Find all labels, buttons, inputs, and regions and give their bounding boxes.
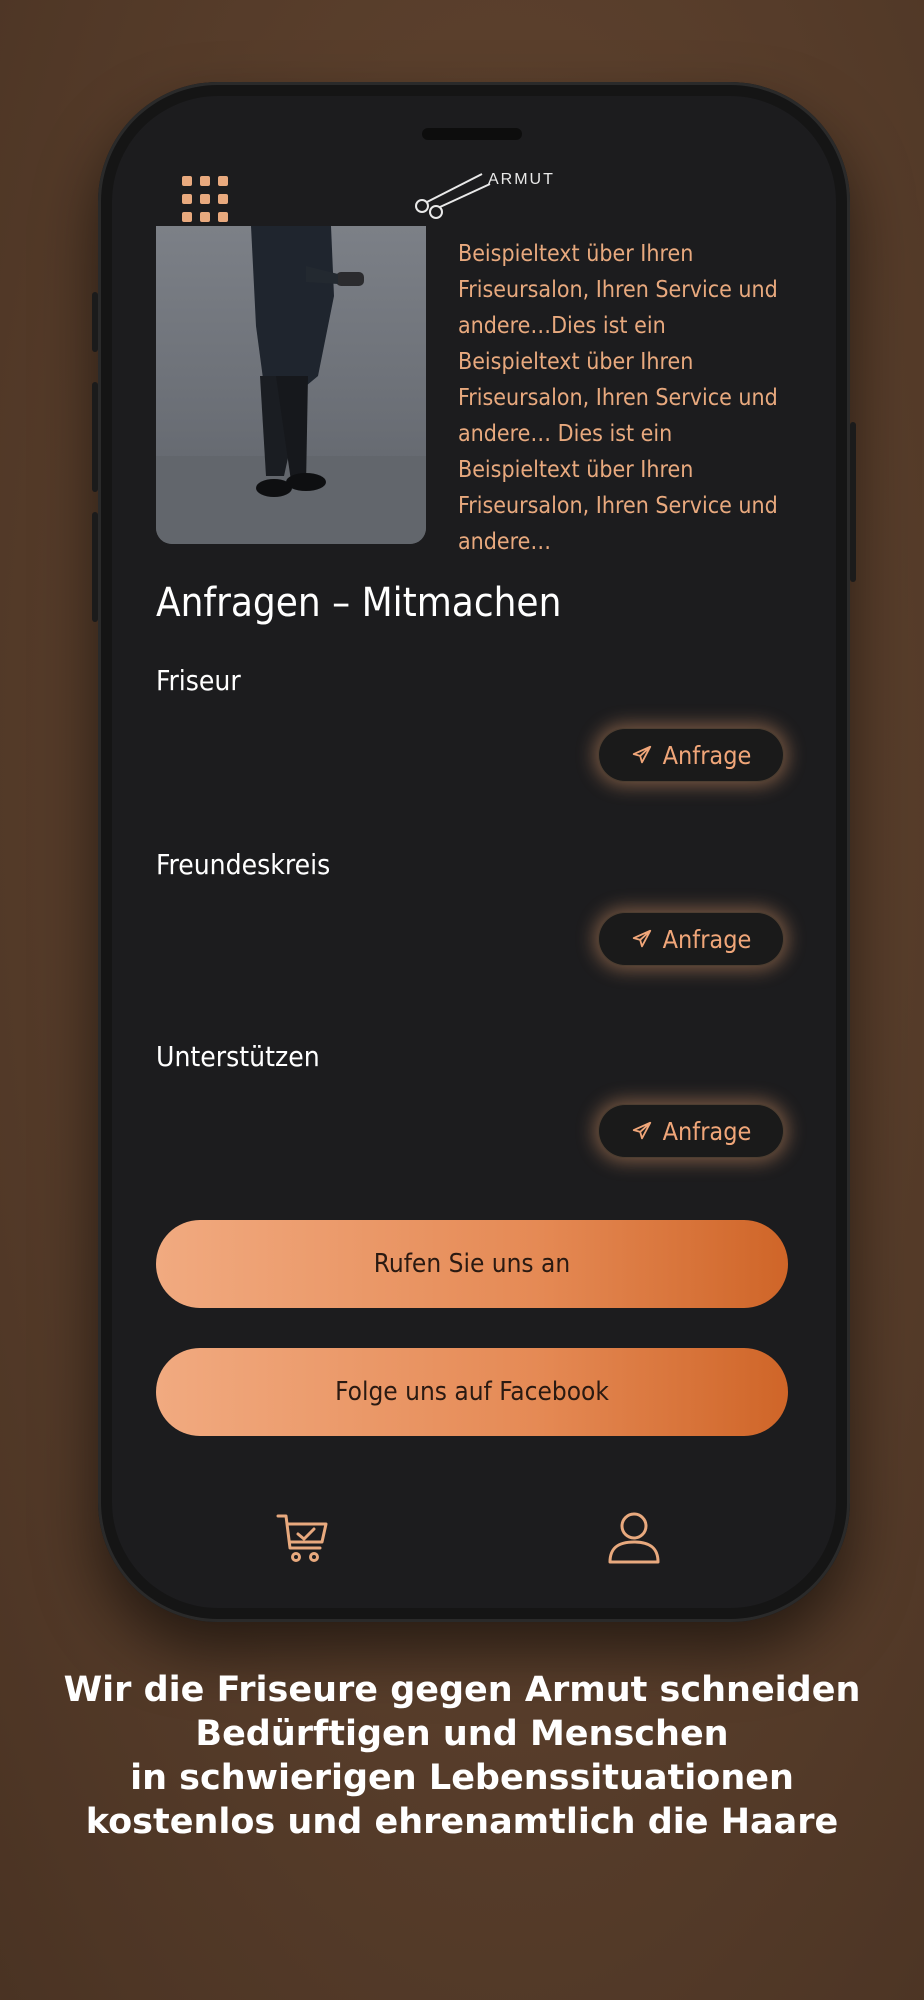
cart-icon[interactable] <box>274 1508 334 1568</box>
facebook-button[interactable]: Folge uns auf Facebook <box>156 1348 788 1436</box>
marketing-caption: Wir die Friseure gegen Armut schneiden B… <box>0 1668 924 1844</box>
app-screen: ARMUT Beispieltext über Ihren Friseursal… <box>112 96 836 1608</box>
caption-line: Bedürftigen und Menschen <box>195 1714 729 1754</box>
item-label-freundeskreis: Freundeskreis <box>156 848 331 881</box>
user-icon[interactable] <box>604 1508 664 1568</box>
logo-text: ARMUT <box>488 171 555 188</box>
caption-line: kostenlos und ehrenamtlich die Haare <box>85 1802 839 1842</box>
anfrage-label: Anfrage <box>662 740 752 770</box>
anfrage-button-freundeskreis[interactable]: Anfrage <box>598 912 784 966</box>
scissors-icon <box>415 173 491 219</box>
hero-photo <box>156 226 426 544</box>
caption-line: Wir die Friseure gegen Armut schneiden <box>63 1670 861 1710</box>
volume-up-button <box>92 382 98 492</box>
send-icon <box>632 745 651 764</box>
anfrage-label: Anfrage <box>662 1116 752 1146</box>
anfrage-button-friseur[interactable]: Anfrage <box>598 728 784 782</box>
item-label-friseur: Friseur <box>156 664 241 697</box>
grid-menu-icon[interactable] <box>180 174 230 224</box>
send-icon <box>632 929 651 948</box>
speaker-notch <box>422 128 522 140</box>
mute-switch <box>92 292 98 352</box>
volume-down-button <box>92 512 98 622</box>
send-icon <box>632 1121 651 1140</box>
item-label-unterstuetzen: Unterstützen <box>156 1040 320 1073</box>
brand-logo: ARMUT <box>415 171 555 219</box>
caption-line: in schwierigen Lebenssituationen <box>130 1758 794 1798</box>
anfrage-label: Anfrage <box>662 924 752 954</box>
intro-text: Beispieltext über Ihren Friseursalon, Ih… <box>458 241 778 555</box>
power-button <box>850 422 856 582</box>
phone-frame: ARMUT Beispieltext über Ihren Friseursal… <box>92 82 856 1622</box>
section-title: Anfragen – Mitmachen <box>156 580 562 626</box>
call-button[interactable]: Rufen Sie uns an <box>156 1220 788 1308</box>
anfrage-button-unterstuetzen[interactable]: Anfrage <box>598 1104 784 1158</box>
